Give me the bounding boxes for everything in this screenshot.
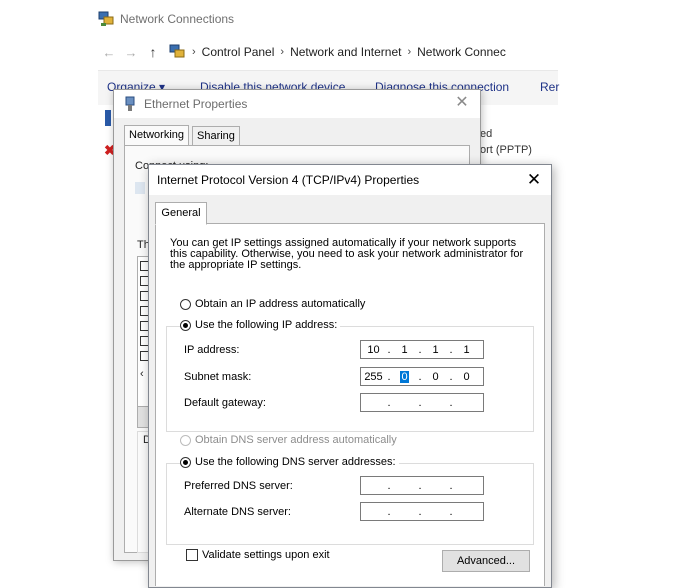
up-arrow-icon[interactable]: ↑	[142, 44, 164, 60]
octet-separator: .	[449, 479, 453, 492]
breadcrumb-control-panel[interactable]: Control Panel	[202, 45, 275, 59]
obtain-dns-auto-label: Obtain DNS server address automatically	[195, 434, 397, 446]
rename-command[interactable]: Rer	[540, 80, 559, 94]
subnet-octet-1[interactable]: 255	[361, 371, 386, 383]
subnet-octet-2-selected-text: 0	[400, 370, 409, 383]
chevron-right-icon[interactable]: ›	[407, 46, 411, 58]
tab-networking[interactable]: Networking	[124, 125, 190, 146]
subnet-octet-3[interactable]: 0	[423, 371, 448, 383]
ipv4-title-bar: Internet Protocol Version 4 (TCP/IPv4) P…	[149, 165, 551, 195]
ip-octet-3[interactable]: 1	[423, 344, 448, 356]
subnet-mask-field[interactable]: 255. 0. 0. 0	[360, 367, 484, 386]
ip-address-field[interactable]: 10. 1. 1. 1	[360, 340, 484, 359]
obtain-ip-auto-label: Obtain an IP address automatically	[195, 298, 366, 310]
ip-octet-4[interactable]: 1	[454, 344, 479, 356]
close-icon[interactable]: ✕	[522, 169, 546, 191]
radio-icon[interactable]	[180, 298, 191, 310]
scroll-left-icon[interactable]: ‹	[140, 368, 144, 380]
use-following-dns-option[interactable]: Use the following DNS server addresses:	[180, 456, 399, 468]
use-following-ip-option[interactable]: Use the following IP address:	[180, 319, 341, 331]
connection-item-icon[interactable]	[105, 110, 111, 126]
use-following-dns-label: Use the following DNS server addresses:	[195, 456, 396, 468]
address-bar[interactable]: ← → ↑ › Control Panel › Network and Inte…	[98, 40, 568, 64]
back-arrow-icon[interactable]: ←	[98, 45, 120, 60]
obtain-dns-auto-option: Obtain DNS server address automatically	[180, 434, 397, 446]
octet-separator: .	[449, 396, 453, 409]
breadcrumb-network-connections[interactable]: Network Connec	[417, 45, 506, 59]
use-following-ip-label: Use the following IP address:	[195, 319, 338, 331]
subnet-octet-4[interactable]: 0	[454, 371, 479, 383]
close-icon[interactable]: ✕	[450, 93, 474, 113]
obtain-ip-auto-option[interactable]: Obtain an IP address automatically	[180, 298, 365, 310]
chevron-right-icon[interactable]: ›	[192, 46, 196, 58]
radio-icon	[180, 434, 191, 446]
ip-address-label: IP address:	[184, 344, 240, 356]
octet-separator: .	[418, 396, 422, 409]
tab-sharing[interactable]: Sharing	[192, 126, 240, 145]
preferred-dns-label: Preferred DNS server:	[184, 480, 293, 492]
connection-status-fragment: ed	[480, 128, 493, 140]
ethernet-title-bar: Ethernet Properties ✕	[114, 90, 480, 118]
default-gateway-field[interactable]: . . .	[360, 393, 484, 412]
default-gateway-label: Default gateway:	[184, 397, 266, 409]
ip-description: You can get IP settings assigned automat…	[170, 237, 524, 271]
ipv4-title: Internet Protocol Version 4 (TCP/IPv4) P…	[157, 173, 420, 187]
window-title: Network Connections	[120, 12, 235, 26]
radio-icon[interactable]	[180, 456, 191, 468]
octet-separator: .	[387, 479, 391, 492]
octet-separator: .	[418, 505, 422, 518]
preferred-dns-field[interactable]: . . .	[360, 476, 484, 495]
ethernet-icon	[125, 96, 135, 111]
tab-general[interactable]: General	[155, 202, 207, 225]
breadcrumb-network-internet[interactable]: Network and Internet	[290, 45, 401, 59]
ip-octet-1[interactable]: 10	[361, 344, 386, 356]
alternate-dns-label: Alternate DNS server:	[184, 506, 291, 518]
ip-octet-2[interactable]: 1	[392, 344, 417, 356]
octet-separator: .	[418, 479, 422, 492]
alternate-dns-field[interactable]: . . .	[360, 502, 484, 521]
adapter-icon	[135, 182, 145, 194]
octet-separator: .	[387, 396, 391, 409]
octet-separator: .	[387, 505, 391, 518]
advanced-button[interactable]: Advanced...	[442, 550, 530, 572]
octet-separator: .	[449, 505, 453, 518]
chevron-right-icon[interactable]: ›	[280, 46, 284, 58]
general-panel: You can get IP settings assigned automat…	[155, 223, 545, 586]
connection-device-fragment: ort (PPTP)	[480, 144, 532, 156]
validate-checkbox[interactable]	[186, 549, 198, 561]
network-connections-icon	[98, 11, 114, 26]
ipv4-properties-dialog: Internet Protocol Version 4 (TCP/IPv4) P…	[148, 164, 552, 588]
subnet-octet-2[interactable]: 0	[392, 370, 417, 383]
subnet-mask-label: Subnet mask:	[184, 371, 252, 383]
radio-icon[interactable]	[180, 319, 191, 331]
network-folder-icon	[169, 44, 185, 58]
validate-label[interactable]: Validate settings upon exit	[202, 549, 330, 561]
forward-arrow-icon[interactable]: →	[120, 45, 142, 60]
ethernet-title: Ethernet Properties	[144, 97, 248, 111]
